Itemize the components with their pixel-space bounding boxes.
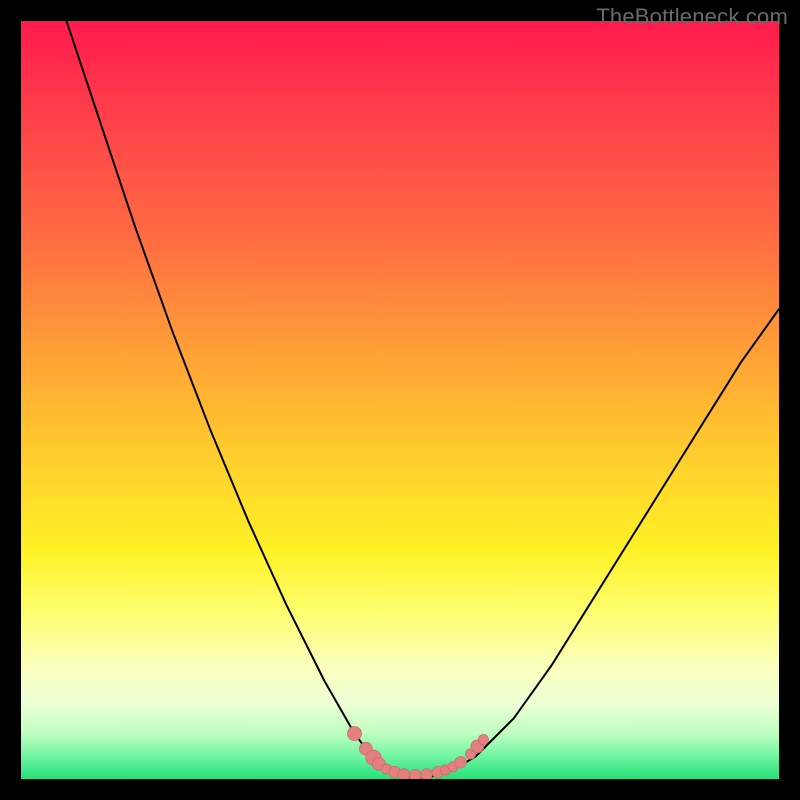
chart-frame: TheBottleneck.com bbox=[0, 0, 800, 800]
valley-marker bbox=[398, 769, 410, 779]
valley-marker bbox=[478, 735, 488, 745]
watermark-text: TheBottleneck.com bbox=[596, 4, 788, 30]
chart-svg bbox=[21, 21, 779, 779]
curve-path bbox=[67, 21, 780, 778]
valley-markers bbox=[348, 727, 489, 780]
bottleneck-curve bbox=[67, 21, 780, 778]
valley-marker bbox=[455, 757, 467, 769]
valley-marker bbox=[421, 769, 433, 779]
valley-marker bbox=[409, 769, 421, 779]
valley-marker bbox=[348, 727, 362, 741]
chart-plot-area bbox=[21, 21, 779, 779]
